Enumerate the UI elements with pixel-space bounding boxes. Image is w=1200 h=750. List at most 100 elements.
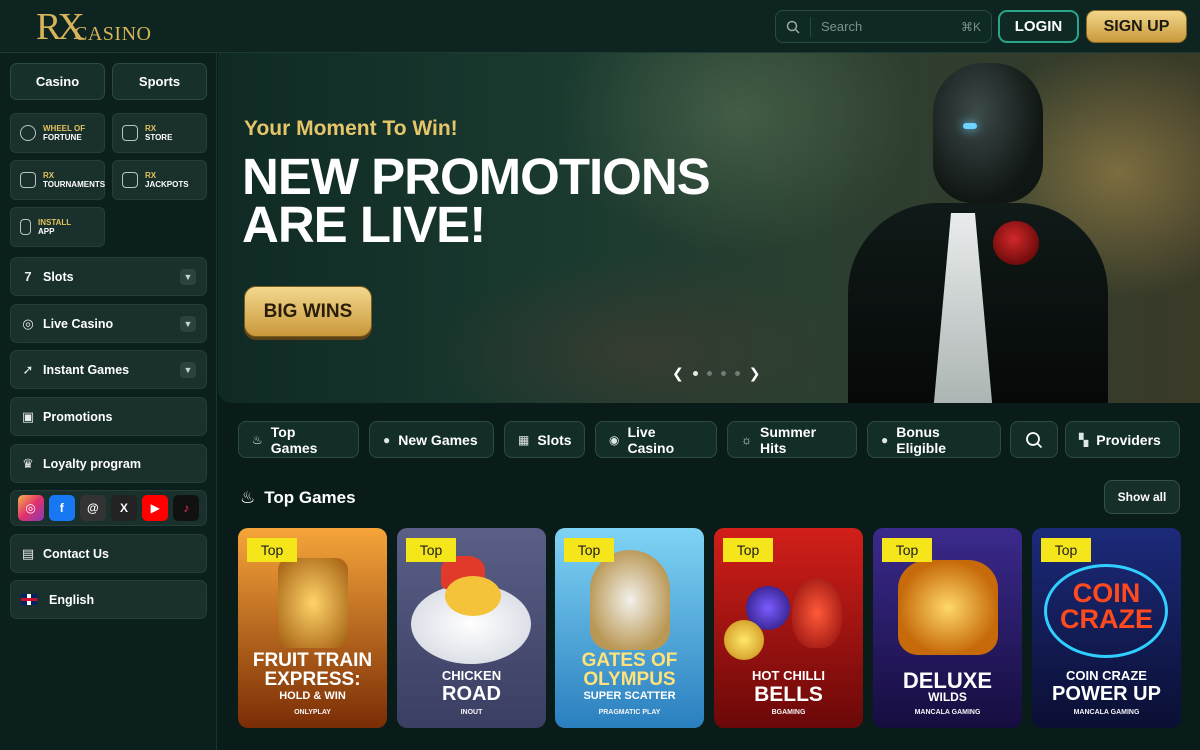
tab-sports[interactable]: Sports xyxy=(112,63,207,100)
tile-install-app[interactable]: INSTALL APP xyxy=(10,207,105,247)
youtube-icon[interactable]: ▶ xyxy=(142,495,169,521)
carousel-dot[interactable] xyxy=(692,371,698,376)
game-title: FRUIT TRAIN EXPRESS: xyxy=(252,650,373,690)
nav-contact-us[interactable]: ▤ Contact Us xyxy=(10,534,207,573)
game-card-chicken-road[interactable]: Top CHICKEN ROAD INOUT xyxy=(397,528,546,728)
tile-label: RX STORE xyxy=(145,124,173,142)
big-wins-button[interactable]: BIG WINS xyxy=(244,286,372,337)
robot-head xyxy=(933,63,1043,203)
top-header: RX CASINO Search ⌘K LOGIN SIGN UP xyxy=(0,0,1200,53)
top-badge: Top xyxy=(1041,538,1091,562)
filter-live-casino[interactable]: ◉ Live Casino xyxy=(595,421,717,458)
instagram-icon[interactable]: ◎ xyxy=(17,495,44,521)
filter-search-button[interactable] xyxy=(1010,421,1058,458)
game-card-coin-craze-power-up[interactable]: COIN CRAZE Top COIN CRAZE POWER UP MANCA… xyxy=(1032,528,1181,728)
hero-subtitle: Your Moment To Win! xyxy=(244,117,458,140)
threads-icon[interactable]: @ xyxy=(79,495,106,521)
chip-label: Slots xyxy=(537,431,572,448)
sidebar: Casino Sports WHEEL OF FORTUNE RX STORE RX… xyxy=(0,53,217,750)
hero-banner[interactable]: Your Moment To Win! NEW PROMOTIONS ARE L… xyxy=(218,53,1200,403)
game-card-gates-of-olympus[interactable]: Top GATES OF OLYMPUS SUPER SCATTER PRAGMA… xyxy=(555,528,704,728)
game-title-line1: CHICKEN xyxy=(441,668,502,683)
section-title: ♨ Top Games xyxy=(240,488,356,508)
crown-artwork xyxy=(898,560,998,655)
section-title-text: Top Games xyxy=(264,488,356,507)
nav-promotions[interactable]: ▣ Promotions xyxy=(10,397,207,436)
filter-new-games[interactable]: ● New Games xyxy=(369,421,494,458)
game-card-deluxe-wilds[interactable]: Top DELUXE WILDS MANCALA GAMING xyxy=(873,528,1022,728)
nav-slots[interactable]: 7 Slots ▼ xyxy=(10,257,207,296)
tile-rx-store[interactable]: RX STORE xyxy=(112,113,207,153)
chevron-down-icon[interactable]: ▼ xyxy=(180,315,196,332)
grid-icon: ▚ xyxy=(1079,432,1089,447)
search-bar[interactable]: Search ⌘K xyxy=(775,10,992,43)
filter-top-games[interactable]: ♨ Top Games xyxy=(238,421,359,458)
fire-icon: ♨ xyxy=(252,432,263,447)
tile-wheel-of-fortune[interactable]: WHEEL OF FORTUNE xyxy=(10,113,105,153)
tab-casino[interactable]: Casino xyxy=(10,63,105,100)
game-title-line1: HOT CHILLI xyxy=(752,668,825,683)
carousel-dot[interactable] xyxy=(720,371,726,376)
search-icon xyxy=(786,20,800,34)
nav-loyalty-program[interactable]: ♛ Loyalty program xyxy=(10,444,207,483)
x-icon[interactable]: X xyxy=(111,495,138,521)
chip-icon: ◉ xyxy=(609,432,620,447)
tile-rx-tournaments[interactable]: RX TOURNAMENTS xyxy=(10,160,105,200)
top-badge: Top xyxy=(882,538,932,562)
chevron-left-icon[interactable]: ❮ xyxy=(672,365,684,382)
crown-icon: ♛ xyxy=(22,455,34,471)
game-title-line1: COIN CRAZE xyxy=(1066,668,1147,683)
wheel-icon xyxy=(20,125,36,141)
chip-label: Live Casino xyxy=(627,423,675,456)
game-provider: BGAMING xyxy=(771,709,806,716)
nav-live-casino[interactable]: ◎ Live Casino ▼ xyxy=(10,304,207,343)
signup-button[interactable]: SIGN UP xyxy=(1086,10,1187,43)
search-shortcut: ⌘K xyxy=(960,19,981,34)
game-card-fruit-train-express[interactable]: Top FRUIT TRAIN EXPRESS: HOLD & WIN ONLYP… xyxy=(238,528,387,728)
game-title-line2: POWER UP xyxy=(1052,683,1161,705)
carousel-dot[interactable] xyxy=(706,371,712,376)
chip-label: Top Games xyxy=(270,423,318,456)
nav-label: Live Casino xyxy=(43,316,114,331)
game-card-hot-chilli-bells[interactable]: Top HOT CHILLI BELLS BGAMING xyxy=(714,528,863,728)
tile-label: WHEEL OF FORTUNE xyxy=(43,124,86,142)
nav-label: Slots xyxy=(43,269,74,284)
game-title-line2: ROAD xyxy=(442,683,501,705)
tiktok-icon[interactable]: ♪ xyxy=(173,495,200,521)
hero-title-line1: NEW PROMOTIONS xyxy=(242,148,711,205)
logo-word: CASINO xyxy=(74,23,152,45)
filter-summer-hits[interactable]: ☼ Summer Hits xyxy=(727,421,857,458)
tile-label: RX JACKPOTS xyxy=(145,171,189,189)
top-badge: Top xyxy=(406,538,456,562)
carousel-dot[interactable] xyxy=(734,371,740,376)
nav-instant-games[interactable]: ➚ Instant Games ▼ xyxy=(10,350,207,389)
language-label: English xyxy=(49,592,95,607)
slot-icon: ▦ xyxy=(518,432,530,447)
tile-label: RX TOURNAMENTS xyxy=(43,171,106,189)
login-button[interactable]: LOGIN xyxy=(998,10,1079,43)
game-title: GATES OF OLYMPUS xyxy=(581,650,678,690)
tile-rx-jackpots[interactable]: RX JACKPOTS xyxy=(112,160,207,200)
sun-icon: ☼ xyxy=(741,432,752,447)
filter-bonus-eligible[interactable]: ● Bonus Eligible xyxy=(867,421,1001,458)
chevron-down-icon[interactable]: ▼ xyxy=(180,268,196,285)
show-all-button[interactable]: Show all xyxy=(1104,480,1180,514)
chevron-right-icon[interactable]: ❯ xyxy=(749,365,761,382)
chip-label: Bonus Eligible xyxy=(896,423,947,456)
bonus-icon: ● xyxy=(881,432,889,447)
nav-label: Contact Us xyxy=(43,546,109,561)
rx-casino-logo[interactable]: RX CASINO xyxy=(36,5,156,49)
jackpot-icon xyxy=(122,172,138,188)
filter-providers[interactable]: ▚ Providers xyxy=(1065,421,1180,458)
filter-slots[interactable]: ▦ Slots xyxy=(504,421,585,458)
phone-icon xyxy=(20,219,31,235)
trophy-icon xyxy=(20,172,36,188)
facebook-icon[interactable]: f xyxy=(48,495,75,521)
game-provider: MANCALA GAMING xyxy=(1073,709,1140,716)
search-input[interactable]: Search xyxy=(821,19,961,34)
rose-decoration xyxy=(993,221,1039,265)
language-selector[interactable]: English xyxy=(10,580,207,619)
chip-icon: ◎ xyxy=(22,315,34,331)
chevron-down-icon[interactable]: ▼ xyxy=(180,361,196,378)
game-subtitle: HOLD & WIN xyxy=(279,690,346,702)
